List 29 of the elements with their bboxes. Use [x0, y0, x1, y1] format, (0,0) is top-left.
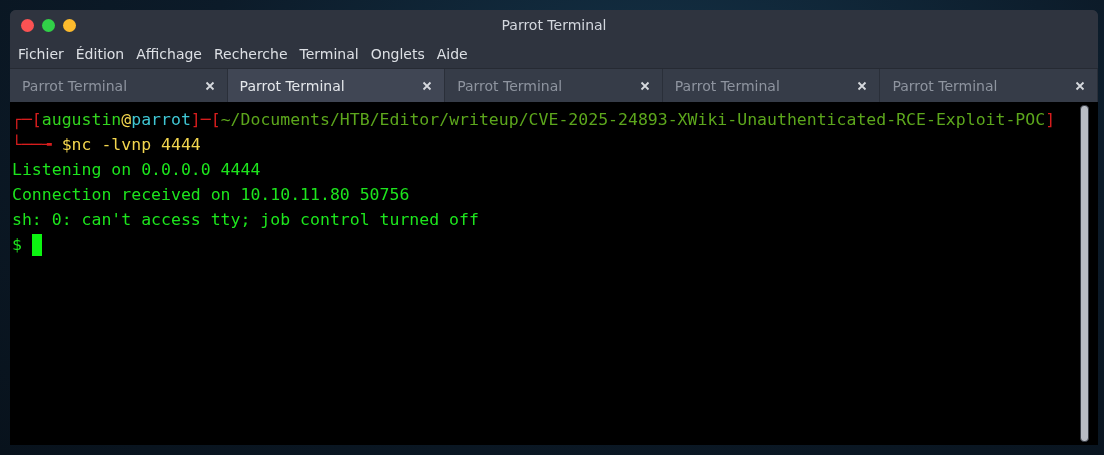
tab-label: Parrot Terminal [457, 77, 563, 94]
output-line: sh: 0: can't access tty; job control turned off [12, 209, 479, 231]
scrollbar[interactable] [1080, 105, 1089, 442]
minimize-icon[interactable] [63, 18, 76, 32]
tab-label: Parrot Terminal [892, 77, 998, 94]
prompt-line: ┌─[augustin@parrot]─[~/Documents/HTB/Editor/writeup/CVE-2025-24893-XWiki-Unauthenticated-RCE-Exploit-POC] [12, 109, 1056, 132]
maximize-icon[interactable] [42, 18, 55, 32]
command-line: └──╼ $nc -lvnp 4444 [12, 133, 201, 156]
tab-label: Parrot Terminal [22, 77, 128, 94]
tab[interactable]: Parrot Terminal [227, 69, 446, 102]
output-line: Connection received on 10.10.11.80 50756 [12, 184, 410, 206]
menu-item[interactable]: Affichage [132, 46, 206, 62]
close-icon[interactable] [1074, 80, 1085, 91]
tab-label: Parrot Terminal [674, 77, 780, 94]
menu-item[interactable]: Édition [71, 46, 129, 62]
output-line: Listening on 0.0.0.0 4444 [12, 159, 261, 181]
close-icon[interactable] [422, 80, 433, 91]
menu-item[interactable]: Fichier [14, 46, 68, 62]
close-icon[interactable] [204, 80, 215, 91]
shell-prompt: $ [12, 234, 23, 256]
menu-item[interactable]: Recherche [210, 46, 292, 62]
window-title: Parrot Terminal [501, 17, 607, 33]
menu-item[interactable]: Aide [432, 46, 472, 62]
close-icon[interactable] [639, 80, 650, 91]
close-icon[interactable] [21, 18, 34, 32]
menu-item[interactable]: Onglets [366, 46, 429, 62]
close-icon[interactable] [857, 80, 868, 91]
menu-item[interactable]: Terminal [295, 46, 363, 62]
tab-label: Parrot Terminal [239, 77, 345, 94]
